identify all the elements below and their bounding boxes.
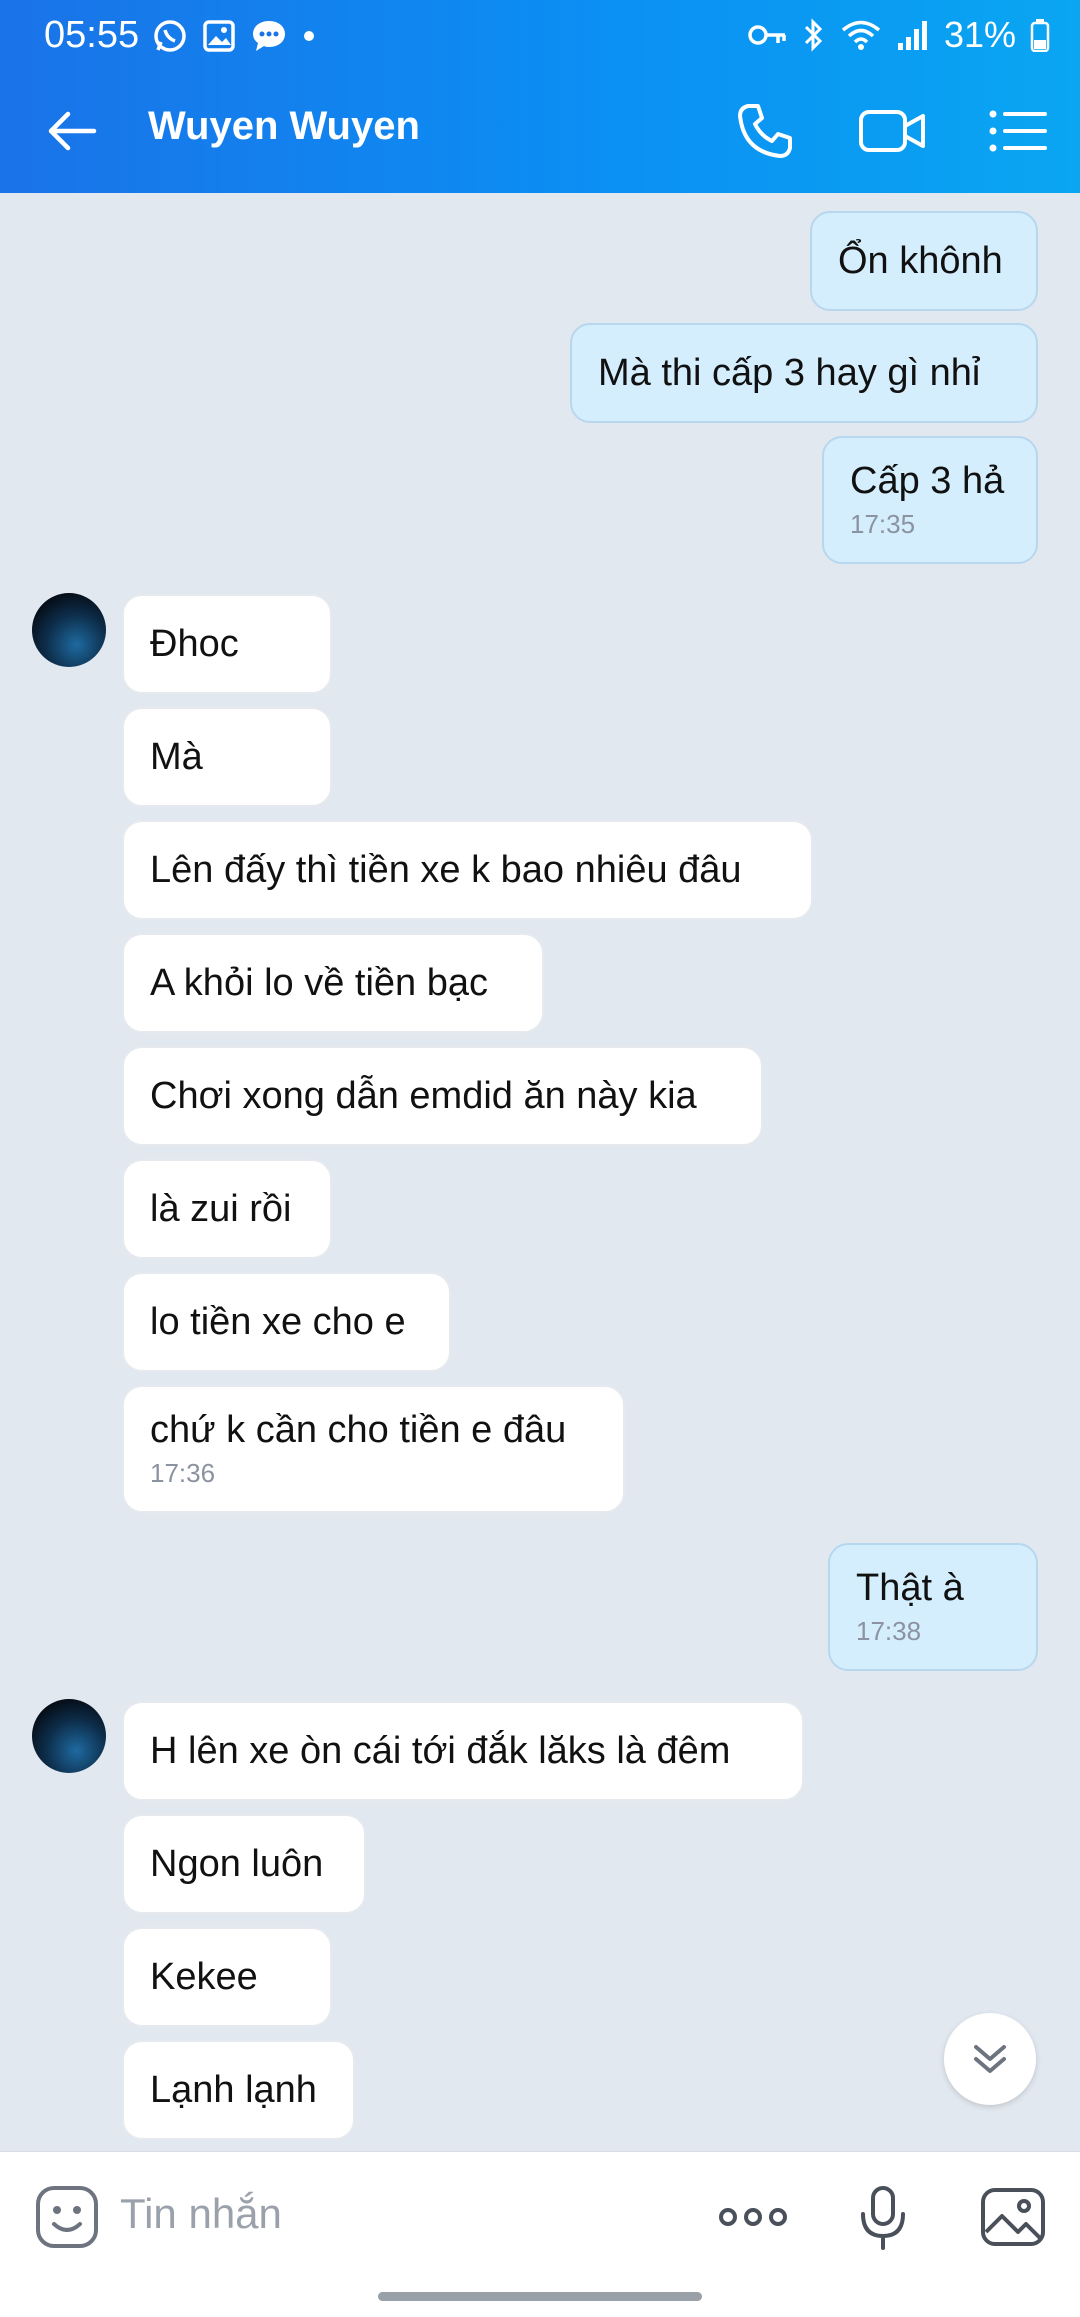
message-bubble-received[interactable]: Đhoc <box>122 594 332 694</box>
bluetooth-icon <box>804 18 823 52</box>
message-text: H lên xe òn cái tới đắk lăks là đêm <box>150 1729 731 1772</box>
more-dots-icon <box>719 2208 787 2226</box>
message-bubble-received[interactable]: Kekee <box>122 1927 332 2027</box>
list-menu-icon <box>989 110 1047 152</box>
message-bubble-received[interactable]: lo tiền xe cho e <box>122 1272 451 1372</box>
message-text: chứ k cần cho tiền e đâu <box>150 1409 567 1451</box>
message-text: Lạnh lạnh <box>150 2068 317 2111</box>
dot-icon <box>304 31 314 41</box>
message-time: 17:38 <box>856 1616 922 1646</box>
message-time: 17:36 <box>150 1458 216 1488</box>
message-bubble-sent[interactable]: Mà thi cấp 3 hay gì nhỉ <box>570 323 1038 423</box>
message-text: Mà <box>150 735 203 778</box>
message-bubble-sent[interactable]: Cấp 3 hả 17:35 <box>822 436 1038 564</box>
contact-avatar[interactable] <box>32 1699 106 1773</box>
vpn-key-icon <box>748 25 786 45</box>
wifi-icon <box>841 20 881 50</box>
message-bubble-sent[interactable]: Thật à 17:38 <box>828 1543 1038 1671</box>
back-button[interactable] <box>38 96 108 166</box>
more-options-button[interactable] <box>716 2182 787 2252</box>
contact-name[interactable]: Wuyen Wuyen <box>148 104 420 149</box>
system-status: 31% <box>748 14 1050 56</box>
image-icon <box>981 2188 1045 2246</box>
battery-icon <box>1030 19 1050 52</box>
message-input-bar: Tin nhắn <box>0 2151 1080 2317</box>
message-text: Đhoc <box>150 622 239 665</box>
voice-message-button[interactable] <box>848 2182 918 2252</box>
message-bubble-received[interactable]: là zui rồi <box>122 1159 332 1259</box>
contact-avatar[interactable] <box>32 593 106 667</box>
scroll-to-bottom-button[interactable] <box>944 2013 1036 2105</box>
message-time: 17:35 <box>850 509 916 539</box>
chat-header: Wuyen Wuyen <box>0 68 1080 193</box>
back-arrow-icon <box>48 111 97 151</box>
message-bubble-received[interactable]: Chơi xong dẫn emdid ăn này kia <box>122 1046 763 1146</box>
message-list[interactable]: Ổn khônh Mà thi cấp 3 hay gì nhỉ Cấp 3 h… <box>0 193 1080 2151</box>
gallery-button[interactable] <box>978 2182 1048 2252</box>
message-bubble-received[interactable]: Lên đấy thì tiền xe k bao nhiêu đâu <box>122 820 813 920</box>
message-bubble-received[interactable]: Ngon luôn <box>122 1814 366 1914</box>
message-input[interactable]: Tin nhắn <box>120 2190 282 2238</box>
message-text: là zui rồi <box>150 1187 292 1230</box>
home-indicator[interactable] <box>378 2292 702 2301</box>
status-time: 05:55 <box>44 14 140 56</box>
top-bar: 05:55 31% Wuyen Wuyen <box>0 0 1080 193</box>
message-bubble-received[interactable]: H lên xe òn cái tới đắk lăks là đêm <box>122 1701 804 1801</box>
sticker-face-icon <box>36 2186 98 2248</box>
phone-icon <box>738 104 792 158</box>
gallery-notification-icon <box>203 20 235 52</box>
status-bar: 05:55 31% <box>0 0 1080 68</box>
message-bubble-received[interactable]: Lạnh lạnh <box>122 2040 355 2140</box>
notification-icons <box>152 18 316 54</box>
message-text: Cấp 3 hả <box>850 460 1005 502</box>
menu-button[interactable] <box>983 96 1053 166</box>
message-text: Lên đấy thì tiền xe k bao nhiêu đâu <box>150 848 742 891</box>
message-bubble-sent[interactable]: Ổn khônh <box>810 211 1038 311</box>
message-text: Thật à <box>856 1567 964 1609</box>
message-bubble-received[interactable]: A khỏi lo về tiền bạc <box>122 933 544 1033</box>
message-bubble-received[interactable]: Mà <box>122 707 332 807</box>
message-text: Ổn khônh <box>838 239 1003 282</box>
video-camera-icon <box>859 110 925 152</box>
message-notification-icon <box>253 21 285 51</box>
video-call-button[interactable] <box>855 96 925 166</box>
message-bubble-received[interactable]: chứ k cần cho tiền e đâu 17:36 <box>122 1385 625 1513</box>
microphone-icon <box>861 2186 905 2250</box>
signal-icon <box>897 21 927 50</box>
battery-percent: 31% <box>943 14 1016 55</box>
call-button[interactable] <box>730 96 800 166</box>
message-text: Ngon luôn <box>150 1842 324 1885</box>
message-text: lo tiền xe cho e <box>150 1300 406 1343</box>
message-text: Kekee <box>150 1955 258 1998</box>
message-text: Mà thi cấp 3 hay gì nhỉ <box>598 351 981 394</box>
message-text: A khỏi lo về tiền bạc <box>150 961 488 1004</box>
message-text: Chơi xong dẫn emdid ăn này kia <box>150 1074 697 1117</box>
whatsapp-icon <box>154 20 186 52</box>
chevron-double-down-icon <box>974 2045 1006 2073</box>
sticker-button[interactable] <box>32 2182 102 2252</box>
